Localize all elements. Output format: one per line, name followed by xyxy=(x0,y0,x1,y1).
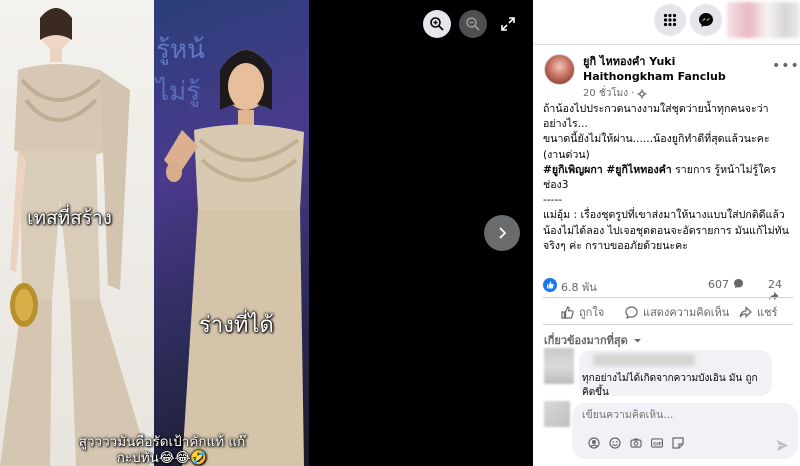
divider xyxy=(533,44,800,45)
divider xyxy=(543,324,793,325)
meta-separator: · xyxy=(631,88,635,99)
comment-box[interactable]: GIF xyxy=(572,403,798,459)
zoom-out-button[interactable] xyxy=(459,10,487,38)
expand-icon xyxy=(501,17,515,31)
post-line-1: ถ้าน้องไปประกวดนางงามใส่ชุดว่ายน้ำทุกคนจ… xyxy=(543,103,769,131)
photo-panel-design xyxy=(0,0,154,466)
send-icon xyxy=(777,440,788,451)
comment-bubble-icon xyxy=(733,279,743,288)
profile-avatar[interactable] xyxy=(727,2,800,38)
post-photo[interactable]: รู้หน้ ไม่รู้ เทสที่สร้าง ร่างที่ได้ สูว… xyxy=(0,0,309,466)
app-window: รู้หน้ ไม่รู้ เทสที่สร้าง ร่างที่ได้ สูว… xyxy=(0,0,800,466)
reactions-summary: 6.8 พัน 607 24 xyxy=(543,277,793,301)
comment-text: ทุกอย่างไม่ได้เกิดจากความบังเอิน มัน ถูก… xyxy=(582,373,758,398)
post-time[interactable]: 20 ชั่วโมง xyxy=(583,86,628,101)
caption-design: เทสที่สร้าง xyxy=(27,207,112,229)
comment-filter-dropdown[interactable]: เกี่ยวข้องมากที่สุด xyxy=(544,331,642,349)
photo-panel-result: รู้หน้ ไม่รู้ xyxy=(154,0,309,466)
share-count-value: 24 xyxy=(768,278,782,291)
comment-button[interactable]: แสดงความคิดเห็น xyxy=(625,303,729,321)
post-separator: ----- xyxy=(543,194,563,207)
avatar-sticker-button[interactable] xyxy=(588,437,600,449)
commenter-name[interactable] xyxy=(593,354,695,366)
zoom-in-icon xyxy=(430,17,444,31)
post-text: ถ้าน้องไปประกวดนางงามใส่ชุดว่ายน้ำทุกคนจ… xyxy=(543,102,793,254)
model-figure-left xyxy=(0,8,150,466)
emoji-button[interactable] xyxy=(609,437,621,449)
menu-button[interactable] xyxy=(654,4,686,36)
comment-count-value: 607 xyxy=(708,278,729,291)
chevron-right-icon xyxy=(499,227,507,239)
avatar-sticker-icon xyxy=(588,437,600,449)
privacy-gear-icon[interactable] xyxy=(637,89,647,99)
page-name-link[interactable]: ยูกิ ไหทองคำ Yuki Haithongkham Fanclub xyxy=(583,54,763,84)
post-side-panel: ยูกิ ไหทองคำ Yuki Haithongkham Fanclub 2… xyxy=(533,0,800,466)
grid-menu-icon xyxy=(663,13,677,27)
more-options-button[interactable]: ••• xyxy=(772,58,800,74)
messenger-button[interactable] xyxy=(690,4,722,36)
gif-button[interactable]: GIF xyxy=(651,437,663,449)
post-note: แม่อุ้ม : เรื่องชุดรูปที่เขาส่งมาให้นางแ… xyxy=(543,209,789,252)
next-photo-button[interactable] xyxy=(484,215,520,251)
chevron-down-icon xyxy=(633,338,641,342)
share-label: แชร์ xyxy=(757,306,778,319)
like-reaction-icon[interactable] xyxy=(543,278,557,292)
commenter-avatar[interactable] xyxy=(544,348,574,384)
like-label: ถูกใจ xyxy=(579,306,605,319)
reaction-count[interactable]: 6.8 พัน xyxy=(561,278,597,296)
photo-viewer: รู้หน้ ไม่รู้ เทสที่สร้าง ร่างที่ได้ สูว… xyxy=(0,0,533,466)
thumbs-up-icon xyxy=(561,305,574,319)
camera-icon xyxy=(630,438,642,448)
post-line-2: ขนาดนี้ยังไม่ให้ผ่าน......น้องยูกิทำดีที… xyxy=(543,133,770,161)
comment-icon xyxy=(625,305,638,319)
fullscreen-button[interactable] xyxy=(498,14,518,34)
my-avatar xyxy=(544,401,570,427)
like-button[interactable]: ถูกใจ xyxy=(561,303,604,321)
camera-button[interactable] xyxy=(630,437,642,449)
zoom-out-icon xyxy=(466,17,480,31)
share-icon xyxy=(739,305,752,318)
messenger-icon xyxy=(699,13,713,27)
svg-text:ไม่รู้: ไม่รู้ xyxy=(154,76,200,107)
gif-icon: GIF xyxy=(651,438,663,448)
page-avatar[interactable] xyxy=(544,54,575,85)
hashtags[interactable]: #ยูกิเพิญผกา #ยูกิไหทองคำ xyxy=(543,164,672,176)
emoji-icon xyxy=(609,437,621,449)
composer-tools: GIF xyxy=(588,437,684,449)
divider xyxy=(543,297,793,298)
share-button[interactable]: แชร์ xyxy=(739,303,777,321)
caption-comment: สูววววมันคือรัดเป้าคักแท้ แก๊กะบ่ทัน😂😂🤣 xyxy=(78,434,246,466)
top-bar xyxy=(533,0,800,40)
sticker-button[interactable] xyxy=(672,437,684,449)
post-meta: 20 ชั่วโมง · xyxy=(583,86,647,101)
sticker-icon xyxy=(672,437,684,449)
send-button[interactable] xyxy=(776,437,789,456)
svg-text:GIF: GIF xyxy=(653,441,662,447)
svg-text:รู้หน้: รู้หน้ xyxy=(156,35,205,65)
model-figure-right: รู้หน้ ไม่รู้ xyxy=(154,35,304,466)
post-hashtag-line: #ยูกิเพิญผกา #ยูกิไหทองคำ รายการ รู้หน้า… xyxy=(543,163,793,193)
post-actions: ถูกใจ แสดงความคิดเห็น แชร์ xyxy=(543,301,793,321)
caption-result: ร่างที่ได้ xyxy=(199,313,274,338)
comment-filter-label: เกี่ยวข้องมากที่สุด xyxy=(544,334,628,347)
comment-label: แสดงความคิดเห็น xyxy=(643,306,730,319)
comment-count[interactable]: 607 xyxy=(708,278,744,291)
comment-input[interactable] xyxy=(582,409,782,421)
zoom-in-button[interactable] xyxy=(423,10,451,38)
